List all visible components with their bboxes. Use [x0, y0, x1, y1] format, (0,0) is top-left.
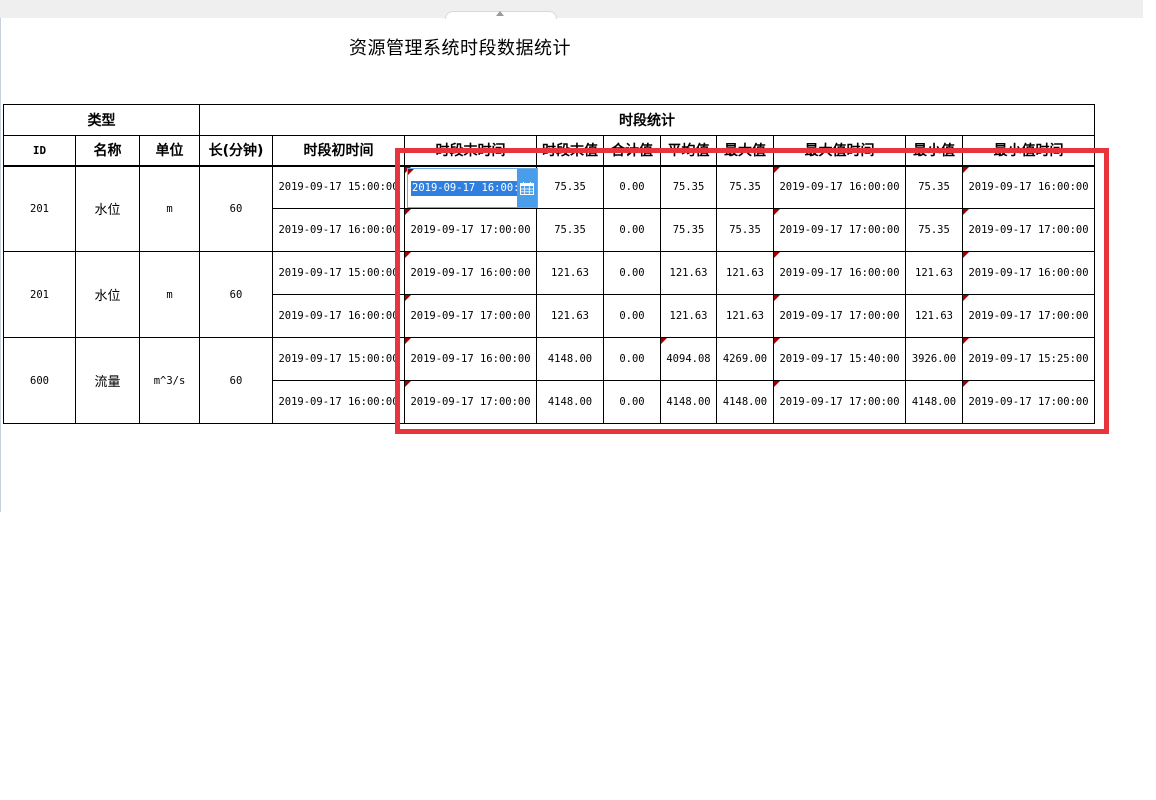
cell-start-time[interactable]: 2019-09-17 15:00:00 — [272, 337, 405, 381]
cell-length[interactable]: 60 — [199, 165, 273, 252]
cell-unit[interactable]: m^3/s — [139, 337, 200, 424]
cell-max-value[interactable]: 4148.00 — [716, 380, 774, 424]
header-end-time: 时段末时间 — [404, 135, 537, 167]
cell-end-value[interactable]: 75.35 — [536, 165, 604, 209]
top-toolbar-strip — [0, 0, 1143, 18]
date-time-input[interactable]: 2019-09-17 16:00:00 — [411, 181, 517, 196]
table-row: 600 流量 m^3/s 60 2019-09-17 15:00:00 2019… — [3, 337, 1095, 424]
cell-length[interactable]: 60 — [199, 337, 273, 424]
cell-min-value[interactable]: 3926.00 — [905, 337, 963, 381]
cell-max-time[interactable]: 2019-09-17 16:00:00 — [773, 165, 906, 209]
cell-end-time[interactable]: 2019-09-17 17:00:00 — [404, 294, 537, 338]
page-title: 资源管理系统时段数据统计 — [349, 38, 571, 59]
cell-min-time[interactable]: 2019-09-17 16:00:00 — [962, 251, 1095, 295]
cell-id[interactable]: 600 — [3, 337, 76, 424]
cell-max-value[interactable]: 75.35 — [716, 165, 774, 209]
date-time-editor[interactable]: 2019-09-17 16:00:00 — [407, 168, 538, 208]
header-max-time: 最大值时间 — [773, 135, 906, 167]
cell-min-value[interactable]: 121.63 — [905, 251, 963, 295]
cell-sum-value[interactable]: 0.00 — [603, 208, 661, 252]
cell-length[interactable]: 60 — [199, 251, 273, 338]
cell-max-value[interactable]: 75.35 — [716, 208, 774, 252]
cell-end-value[interactable]: 121.63 — [536, 294, 604, 338]
comment-marker — [408, 169, 414, 175]
report-table: 类型 时段统计 ID 名称 单位 长(分钟) 时段初时间 时段末时间 时段末值 … — [3, 104, 1095, 424]
cell-unit[interactable]: m — [139, 251, 200, 338]
header-start-time: 时段初时间 — [272, 135, 405, 167]
cell-avg-value[interactable]: 75.35 — [660, 165, 717, 209]
cell-max-value[interactable]: 121.63 — [716, 294, 774, 338]
header-length: 长(分钟) — [199, 135, 273, 167]
cell-id[interactable]: 201 — [3, 251, 76, 338]
calendar-icon — [520, 182, 534, 195]
cell-sum-value[interactable]: 0.00 — [603, 251, 661, 295]
cell-sum-value[interactable]: 0.00 — [603, 294, 661, 338]
header-unit: 单位 — [139, 135, 200, 167]
cell-end-value[interactable]: 75.35 — [536, 208, 604, 252]
header-group-type: 类型 — [3, 104, 200, 136]
cell-sum-value[interactable]: 0.00 — [603, 380, 661, 424]
table-row: 201 水位 m 60 2019-09-17 15:00:00 75.35 0.… — [3, 165, 1095, 252]
cell-min-time[interactable]: 2019-09-17 17:00:00 — [962, 294, 1095, 338]
header-avg-value: 平均值 — [660, 135, 717, 167]
cell-max-time[interactable]: 2019-09-17 17:00:00 — [773, 208, 906, 252]
header-min-value: 最小值 — [905, 135, 963, 167]
cell-max-value[interactable]: 121.63 — [716, 251, 774, 295]
table-row: 201 水位 m 60 2019-09-17 15:00:00 2019-09-… — [3, 251, 1095, 338]
cell-end-time[interactable]: 2019-09-17 16:00:00 — [404, 337, 537, 381]
header-sum-value: 合计值 — [603, 135, 661, 167]
header-min-time: 最小值时间 — [962, 135, 1095, 167]
cell-min-value[interactable]: 121.63 — [905, 294, 963, 338]
header-end-value: 时段末值 — [536, 135, 604, 167]
cell-end-value[interactable]: 4148.00 — [536, 337, 604, 381]
cell-min-time[interactable]: 2019-09-17 17:00:00 — [962, 380, 1095, 424]
cell-min-time[interactable]: 2019-09-17 17:00:00 — [962, 208, 1095, 252]
cell-end-time[interactable]: 2019-09-17 17:00:00 — [404, 208, 537, 252]
left-border-line — [0, 18, 1, 512]
cell-max-time[interactable]: 2019-09-17 17:00:00 — [773, 294, 906, 338]
cell-max-time[interactable]: 2019-09-17 15:40:00 — [773, 337, 906, 381]
cell-avg-value[interactable]: 4094.08 — [660, 337, 717, 381]
cell-unit[interactable]: m — [139, 165, 200, 252]
cell-sum-value[interactable]: 0.00 — [603, 165, 661, 209]
cell-end-value[interactable]: 4148.00 — [536, 380, 604, 424]
header-max-value: 最大值 — [716, 135, 774, 167]
cell-start-time[interactable]: 2019-09-17 16:00:00 — [272, 294, 405, 338]
cell-avg-value[interactable]: 4148.00 — [660, 380, 717, 424]
cell-end-time[interactable]: 2019-09-17 17:00:00 — [404, 380, 537, 424]
cell-end-value[interactable]: 121.63 — [536, 251, 604, 295]
cell-name[interactable]: 水位 — [75, 165, 140, 252]
cell-max-time[interactable]: 2019-09-17 16:00:00 — [773, 251, 906, 295]
header-group-stats: 时段统计 — [199, 104, 1095, 136]
cell-min-time[interactable]: 2019-09-17 16:00:00 — [962, 165, 1095, 209]
cell-end-time[interactable]: 2019-09-17 16:00:00 — [404, 251, 537, 295]
cell-min-value[interactable]: 75.35 — [905, 208, 963, 252]
cell-name[interactable]: 流量 — [75, 337, 140, 424]
cell-name[interactable]: 水位 — [75, 251, 140, 338]
cell-max-value[interactable]: 4269.00 — [716, 337, 774, 381]
cell-sum-value[interactable]: 0.00 — [603, 337, 661, 381]
cell-avg-value[interactable]: 75.35 — [660, 208, 717, 252]
cell-max-time[interactable]: 2019-09-17 17:00:00 — [773, 380, 906, 424]
cell-start-time[interactable]: 2019-09-17 15:00:00 — [272, 251, 405, 295]
cell-min-time[interactable]: 2019-09-17 15:25:00 — [962, 337, 1095, 381]
cell-avg-value[interactable]: 121.63 — [660, 251, 717, 295]
cell-start-time[interactable]: 2019-09-17 15:00:00 — [272, 165, 405, 209]
cell-start-time[interactable]: 2019-09-17 16:00:00 — [272, 380, 405, 424]
header-id: ID — [3, 135, 76, 167]
cell-avg-value[interactable]: 121.63 — [660, 294, 717, 338]
chevron-up-icon[interactable] — [496, 11, 504, 16]
header-name: 名称 — [75, 135, 140, 167]
cell-min-value[interactable]: 4148.00 — [905, 380, 963, 424]
cell-min-value[interactable]: 75.35 — [905, 165, 963, 209]
cell-id[interactable]: 201 — [3, 165, 76, 252]
cell-start-time[interactable]: 2019-09-17 16:00:00 — [272, 208, 405, 252]
calendar-button[interactable] — [517, 169, 537, 207]
